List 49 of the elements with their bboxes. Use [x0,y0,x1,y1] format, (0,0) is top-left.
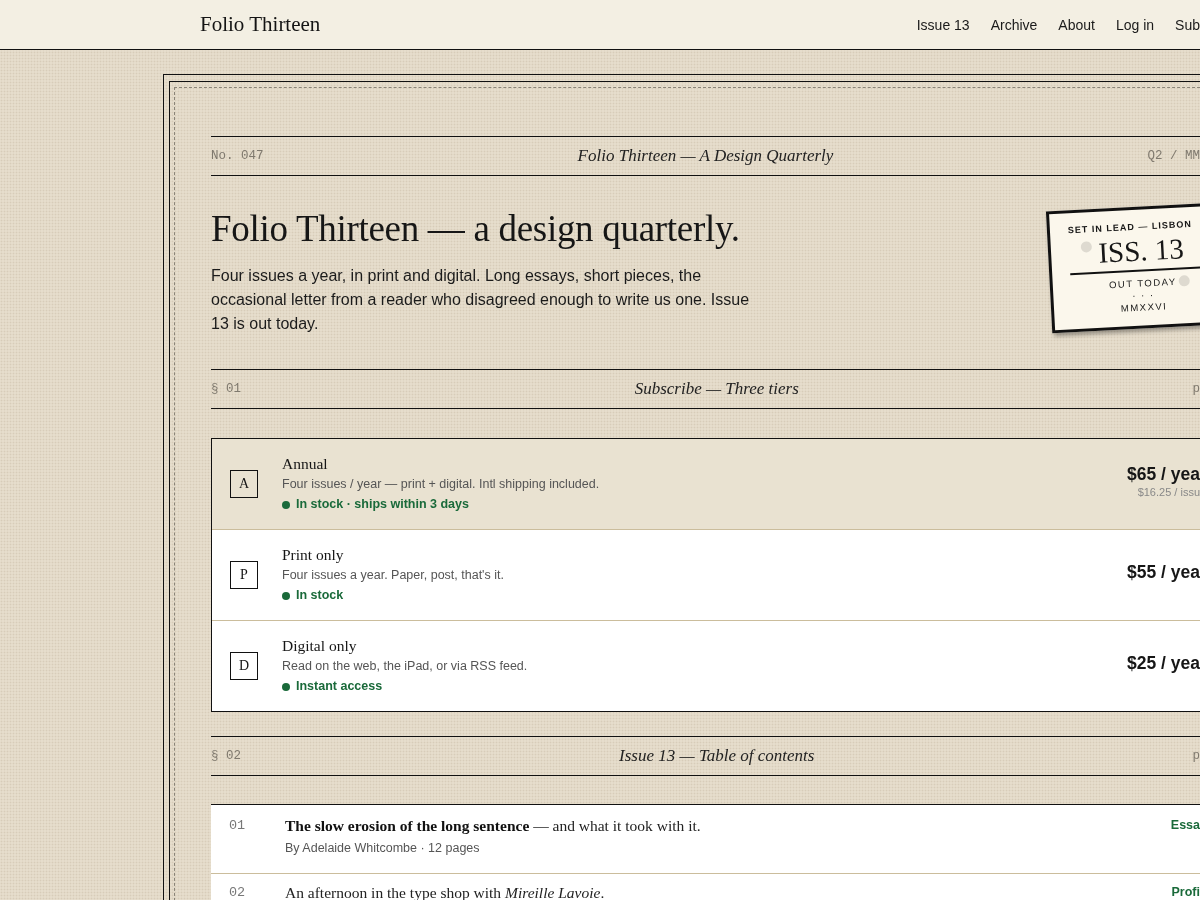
ink-spot-icon [1080,241,1093,253]
section-title: Issue 13 — Table of contents [619,745,815,766]
nav-link[interactable]: Issue 13 [916,16,970,33]
section-title: Subscribe — Three tiers [634,378,799,399]
nav-link[interactable]: Sub [1175,16,1200,33]
tier-row[interactable]: A Annual Four issues / year — print + digital. Intl shipping included. In stock · ships within 3 days $65 / yea $16.25 / issu [212,438,1200,529]
tier-description: Read on the web, the iPad, or via RSS feed. [282,658,529,676]
tier-letter-badge: P [230,560,258,589]
issue-date: Q2 / MM [1147,149,1200,163]
tier-price: $55 / yea [1127,560,1200,583]
article-number: 01 [229,816,247,835]
nav-link[interactable]: Log in [1115,16,1155,33]
tier-row[interactable]: P Print only Four issues a year. Paper, post, that's it. In stock $55 / yea [212,528,1200,620]
article-category: Profi [1171,883,1200,900]
tier-price: $65 / yea [1127,462,1200,485]
intro-paragraph: Four issues a year, in print and digital. Long essays, short pieces, the occasional letter from a reader who disagreed enough to write us one. Issue 13 is out today. [211,265,751,334]
section-number: § 01 [211,381,241,396]
section-aside: p [1192,381,1200,396]
status-dot-icon [282,682,290,691]
tier-name: Print only [282,545,345,565]
site-logo[interactable]: Folio Thirteen [200,12,321,37]
tier-description: Four issues a year. Paper, post, that's it. [282,567,505,585]
availability-text: Instant access [296,678,383,696]
availability-text: In stock · ships within 3 days [296,496,469,514]
article-title[interactable]: An afternoon in the type shop with Mireille Lavoie. [285,883,1172,900]
tier-letter-badge: A [230,469,258,498]
issue-number: No. 047 [211,149,264,163]
article-byline: By Adelaide Whitcombe · 12 pages [285,839,481,857]
tier-name: Annual [282,454,329,474]
status-dot-icon [282,591,290,600]
status-dot-icon [282,500,290,509]
section-aside: p [1192,748,1200,763]
tier-row[interactable]: D Digital only Read on the web, the iPad, or via RSS feed. Instant access $25 / yea [212,619,1200,711]
tier-description: Four issues / year — print + digital. Intl shipping included. [282,476,601,494]
availability-text: In stock [296,587,344,605]
page-heading: Folio Thirteen — a design quarterly. [211,208,740,251]
tier-name: Digital only [282,636,358,656]
article-category: Essa [1170,816,1200,833]
ink-spot-icon [1178,275,1190,287]
section-number: § 02 [211,748,241,763]
stamp-year: MMXXVI [1120,300,1168,315]
tier-price: $25 / yea [1127,651,1200,674]
per-issue-price: $16.25 / issu [1137,484,1200,499]
nav-link[interactable]: Archive [990,16,1038,33]
article-title[interactable]: The slow erosion of the long sentence — and what it took with it. [285,816,1171,835]
masthead-title: Folio Thirteen — A Design Quarterly [577,146,834,166]
nav-link[interactable]: About [1058,16,1095,33]
article-number: 02 [229,883,247,900]
tier-letter-badge: D [230,651,258,680]
